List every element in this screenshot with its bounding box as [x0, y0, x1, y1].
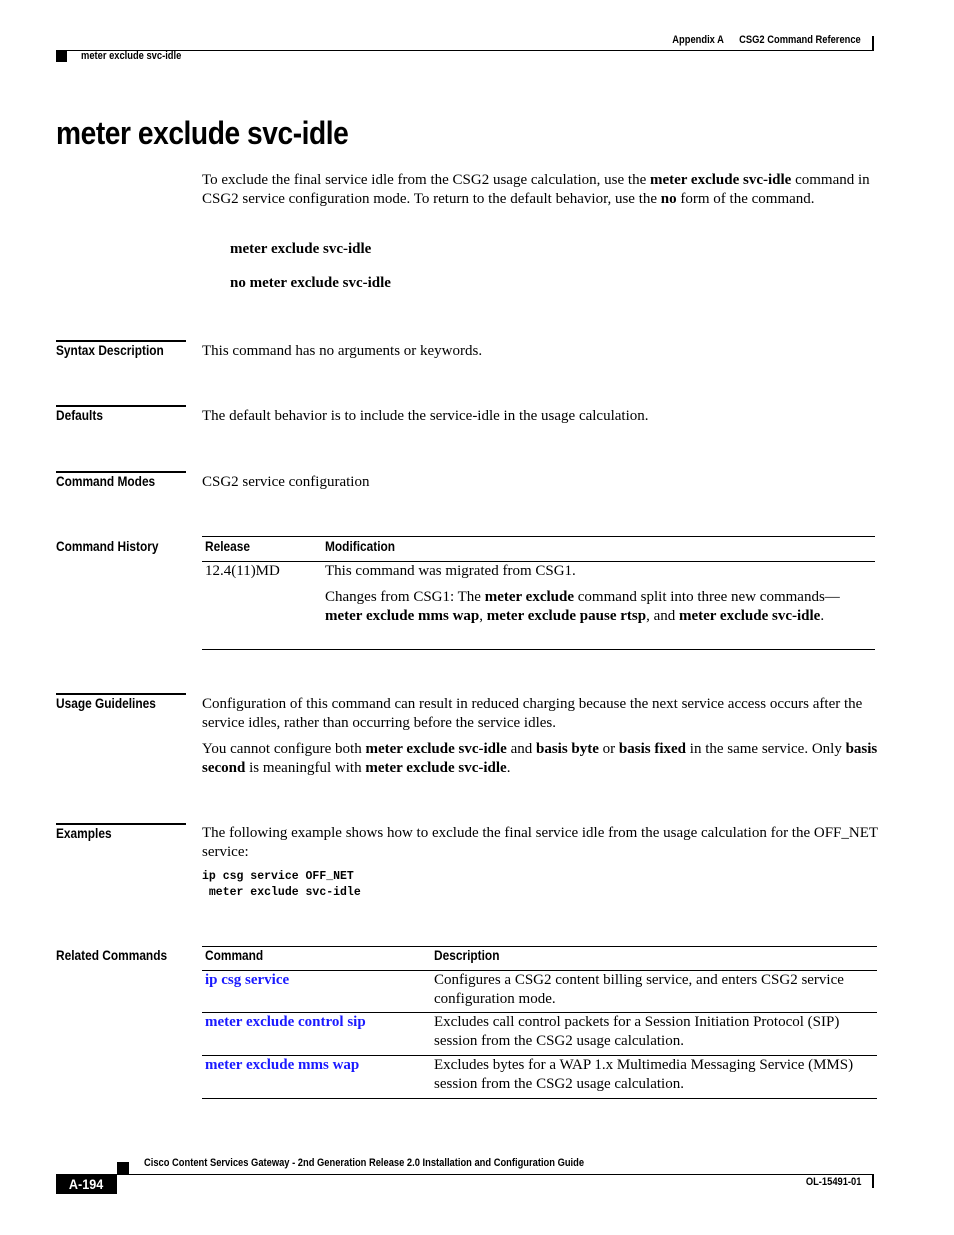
history-col-release: Release: [205, 538, 250, 554]
footer-doc-number: OL-15491-01: [805, 1176, 861, 1188]
history-table-bottom-rule: [202, 649, 875, 650]
keyword: meter exclude svc-idle: [365, 741, 507, 757]
history-table-top-rule: [202, 536, 875, 537]
text: is meaningful with: [245, 760, 366, 776]
command-name: meter exclude pause rtsp: [486, 608, 647, 624]
related-link-ip-csg-service[interactable]: ip csg service: [205, 971, 289, 990]
related-table-top-rule: [202, 946, 877, 947]
code-line-1: ip csg service OFF_NET: [202, 870, 354, 883]
text: .: [820, 608, 825, 624]
command-name: meter exclude mms wap: [325, 608, 480, 624]
footer-page-number: A-194: [56, 1174, 117, 1194]
related-description: Excludes call control packets for a Sess…: [434, 1014, 840, 1049]
header-appendix: Appendix A: [672, 34, 725, 46]
text: in the same service. Only: [686, 741, 846, 757]
section-label-syntax-description: Syntax Description: [56, 342, 164, 358]
keyword: basis byte: [535, 741, 599, 757]
text: ,: [479, 608, 487, 624]
command-name: meter exclude: [484, 589, 574, 605]
text: and: [506, 741, 536, 757]
syntax-command: meter exclude svc-idle: [230, 241, 372, 257]
text: or: [598, 741, 619, 757]
section-label-examples: Examples: [56, 825, 112, 841]
footer-marker-block: [117, 1162, 129, 1174]
related-table-bottom-rule: [202, 1098, 877, 1099]
header-vertical-bar: [872, 36, 874, 51]
related-col-description: Description: [434, 947, 500, 963]
syntax-no-command: no meter exclude svc-idle: [230, 275, 391, 291]
footer-guide-title: Cisco Content Services Gateway - 2nd Gen…: [144, 1157, 585, 1169]
history-col-modification: Modification: [325, 538, 396, 554]
footer-vertical-bar: [872, 1174, 874, 1188]
syntax-description-text: This command has no arguments or keyword…: [202, 343, 483, 359]
header-chapter-title: CSG2 Command Reference: [739, 34, 861, 46]
section-label-related-commands: Related Commands: [56, 947, 168, 963]
section-label-command-modes: Command Modes: [56, 473, 156, 489]
header-marker-block: [56, 51, 67, 62]
history-release: 12.4(11)MD: [205, 563, 280, 579]
header-chapter: Appendix A CSG2 Command Reference: [672, 34, 861, 46]
intro-no-keyword: no: [660, 191, 677, 207]
related-link-meter-exclude-mms-wap[interactable]: meter exclude mms wap: [205, 1056, 359, 1075]
page-title: meter exclude svc-idle: [56, 115, 349, 151]
text: .: [506, 760, 511, 776]
section-label-defaults: Defaults: [56, 407, 103, 423]
section-label-command-history: Command History: [56, 538, 159, 554]
related-col-command: Command: [205, 947, 264, 963]
text: command split into three new commands—: [574, 589, 840, 605]
command-name: meter exclude svc-idle: [678, 608, 821, 624]
defaults-text: The default behavior is to include the s…: [202, 408, 649, 424]
keyword: basis fixed: [618, 741, 687, 757]
intro-command: meter exclude svc-idle: [649, 172, 792, 188]
related-description: Excludes bytes for a WAP 1.x Multimedia …: [434, 1057, 854, 1092]
keyword: meter exclude svc-idle: [365, 760, 507, 776]
usage-paragraph-2: You cannot configure both meter exclude …: [202, 740, 878, 778]
intro-paragraph: To exclude the final service idle from t…: [202, 171, 878, 209]
usage-paragraph-1: Configuration of this command can result…: [202, 696, 863, 731]
footer-rule: [117, 1174, 874, 1175]
section-label-usage-guidelines: Usage Guidelines: [56, 695, 156, 711]
history-modification-1: This command was migrated from CSG1.: [325, 563, 576, 579]
history-modification-2: Changes from CSG1: The meter exclude com…: [325, 588, 865, 626]
related-description: Configures a CSG2 content billing servic…: [434, 972, 844, 1007]
code-line-2: meter exclude svc-idle: [202, 886, 361, 899]
examples-text: The following example shows how to exclu…: [202, 825, 878, 860]
header-running-title: meter exclude svc-idle: [81, 50, 182, 62]
text: Changes from CSG1: The: [325, 589, 485, 605]
related-link-meter-exclude-control-sip[interactable]: meter exclude control sip: [205, 1013, 366, 1032]
page-number-text: A-194: [69, 1176, 104, 1192]
intro-text: form of the command.: [676, 191, 815, 207]
text: You cannot configure both: [202, 741, 366, 757]
command-modes-text: CSG2 service configuration: [202, 474, 370, 490]
text: , and: [646, 608, 679, 624]
intro-text: To exclude the final service idle from t…: [202, 172, 650, 188]
